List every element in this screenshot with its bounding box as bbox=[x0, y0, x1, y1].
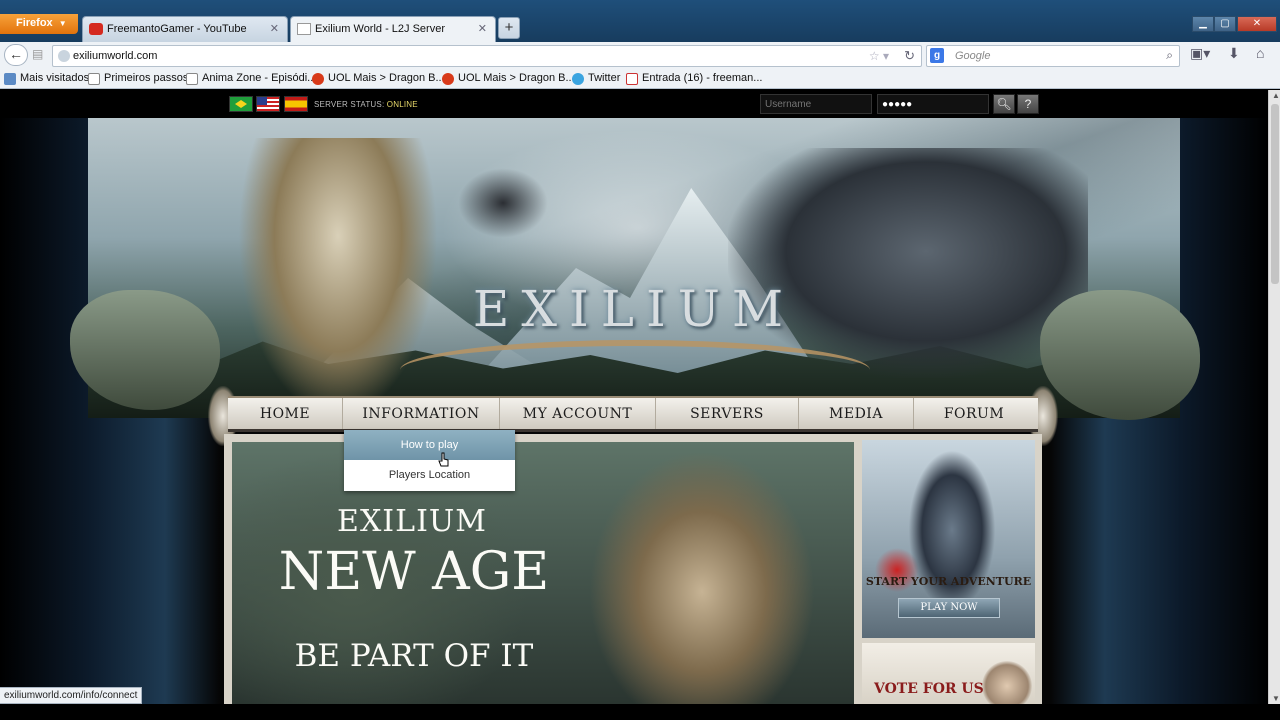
tab-youtube[interactable]: FreemantoGamer - YouTube ✕ bbox=[82, 16, 288, 42]
search-icon[interactable]: ⌕ bbox=[1166, 48, 1173, 63]
vote-text: VOTE FOR US bbox=[874, 681, 984, 697]
top-strip: SERVER STATUS: ONLINE 🔍︎ ? bbox=[0, 90, 1268, 118]
tab-title: Exilium World - L2J Server bbox=[315, 23, 445, 35]
search-placeholder: Google bbox=[955, 50, 991, 62]
hero-title: EXILIUM bbox=[337, 504, 487, 539]
page-icon bbox=[186, 73, 198, 85]
bookmark-label: Anima Zone - Episódi... bbox=[202, 72, 317, 84]
bookmark-item[interactable]: Mais visitados bbox=[4, 72, 90, 85]
firefox-menu-label: Firefox bbox=[16, 17, 53, 29]
gmail-icon bbox=[626, 73, 638, 85]
bookmark-item[interactable]: Twitter bbox=[572, 72, 621, 85]
scroll-thumb[interactable] bbox=[1271, 104, 1279, 284]
usa-flag-icon[interactable] bbox=[256, 96, 280, 112]
bookmark-label: UOL Mais > Dragon B... bbox=[458, 72, 575, 84]
chevron-down-icon: ▼ bbox=[58, 19, 67, 28]
play-now-button[interactable]: PLAY NOW bbox=[898, 598, 1000, 618]
bookmark-label: Primeiros passos bbox=[104, 72, 189, 84]
uol-icon bbox=[312, 73, 324, 85]
dropdown-item-how-to-play[interactable]: How to play bbox=[344, 430, 515, 460]
start-adventure-panel: START YOUR ADVENTURE PLAY NOW bbox=[862, 440, 1035, 638]
page-list-icon[interactable]: ▤ bbox=[32, 47, 46, 61]
exilium-logo[interactable]: EXILIUM bbox=[0, 280, 1268, 338]
hero-tagline: BE PART OF IT bbox=[294, 638, 534, 674]
navigation-toolbar: ← ▤ exiliumworld.com ☆ ▾ ↻ g Google ⌕ bbox=[0, 42, 1280, 69]
scroll-down-icon[interactable]: ▼ bbox=[1272, 694, 1280, 703]
reload-icon[interactable]: ↻ bbox=[904, 48, 915, 64]
brazil-flag-icon[interactable] bbox=[229, 96, 253, 112]
bookmark-label: Mais visitados bbox=[20, 72, 90, 84]
nav-servers[interactable]: SERVERS bbox=[656, 398, 799, 429]
bookmark-label: Twitter bbox=[588, 72, 621, 84]
uol-icon bbox=[442, 73, 454, 85]
help-icon[interactable]: ? bbox=[1017, 94, 1039, 114]
download-icon[interactable]: ⬇ bbox=[1228, 45, 1240, 62]
page-icon bbox=[297, 23, 311, 35]
small-dragon-art bbox=[458, 168, 548, 238]
page-icon bbox=[88, 73, 100, 85]
tab-title: FreemantoGamer - YouTube bbox=[107, 23, 247, 35]
logo-ornament bbox=[400, 340, 870, 400]
login-key-icon[interactable]: 🔍︎ bbox=[993, 94, 1015, 114]
maximize-icon[interactable]: ▢ bbox=[1214, 16, 1236, 32]
google-icon: g bbox=[930, 48, 944, 63]
close-icon[interactable]: ✕ bbox=[270, 22, 279, 35]
bookmark-item[interactable]: Entrada (16) - freeman... bbox=[626, 72, 763, 85]
bookmark-item[interactable]: UOL Mais > Dragon B... bbox=[312, 72, 445, 85]
dragon-art bbox=[728, 148, 1088, 378]
new-tab-button[interactable]: + bbox=[498, 17, 520, 39]
folder-icon bbox=[4, 73, 16, 85]
bookmark-label: Entrada (16) - freeman... bbox=[642, 72, 763, 84]
web-page: EXILIUM SERVER STATUS: ONLINE 🔍︎ ? HOME … bbox=[0, 90, 1268, 704]
server-status-label: SERVER STATUS: bbox=[314, 100, 387, 109]
password-field[interactable] bbox=[877, 94, 989, 114]
minimize-icon[interactable]: ▁ bbox=[1192, 16, 1214, 32]
nav-forum[interactable]: FORUM bbox=[914, 398, 1034, 429]
twitter-icon bbox=[572, 73, 584, 85]
url-bar[interactable]: exiliumworld.com ☆ ▾ ↻ bbox=[52, 45, 922, 67]
server-status: SERVER STATUS: ONLINE bbox=[314, 100, 418, 109]
bookmark-item[interactable]: UOL Mais > Dragon B... bbox=[442, 72, 575, 85]
username-field[interactable] bbox=[760, 94, 872, 114]
hero-slide[interactable]: EXILIUM NEW AGE BE PART OF IT bbox=[232, 442, 854, 704]
window-close-icon[interactable]: ✕ bbox=[1237, 16, 1277, 32]
bookmark-label: UOL Mais > Dragon B... bbox=[328, 72, 445, 84]
tab-exilium[interactable]: Exilium World - L2J Server ✕ bbox=[290, 16, 496, 42]
close-icon[interactable]: ✕ bbox=[478, 22, 487, 35]
globe-icon bbox=[58, 50, 70, 62]
browser-titlebar: Firefox ▼ FreemantoGamer - YouTube ✕ Exil… bbox=[0, 0, 1280, 42]
scroll-up-icon[interactable]: ▲ bbox=[1272, 91, 1280, 100]
bookmark-star-icon[interactable]: ☆ ▾ bbox=[869, 49, 889, 63]
bookmark-item[interactable]: Anima Zone - Episódi... bbox=[186, 72, 317, 85]
link-status-bar: exiliumworld.com/info/connect bbox=[0, 687, 143, 704]
character-art bbox=[982, 661, 1032, 704]
search-input[interactable]: g Google ⌕ bbox=[926, 45, 1180, 67]
nav-information[interactable]: INFORMATION bbox=[343, 398, 500, 429]
promo-text: START YOUR ADVENTURE bbox=[865, 575, 1032, 588]
firefox-menu-button[interactable]: Firefox ▼ bbox=[0, 14, 78, 34]
spain-flag-icon[interactable] bbox=[284, 96, 308, 112]
server-status-value: ONLINE bbox=[386, 100, 418, 109]
youtube-icon bbox=[89, 23, 103, 35]
vote-panel[interactable]: VOTE FOR US bbox=[862, 643, 1035, 704]
main-navigation: HOME INFORMATION MY ACCOUNT SERVERS MEDI… bbox=[228, 396, 1038, 432]
bottom-edge bbox=[0, 704, 1280, 720]
home-icon[interactable]: ⌂ bbox=[1256, 45, 1264, 61]
nav-media[interactable]: MEDIA bbox=[799, 398, 914, 429]
bookmarks-bar: Mais visitados Primeiros passos Anima Zo… bbox=[0, 69, 1280, 89]
bookmark-item[interactable]: Primeiros passos bbox=[88, 72, 189, 85]
nav-my-account[interactable]: MY ACCOUNT bbox=[500, 398, 656, 429]
back-arrow-icon[interactable]: ← bbox=[4, 44, 28, 66]
nav-home[interactable]: HOME bbox=[228, 398, 343, 429]
url-text: exiliumworld.com bbox=[73, 50, 158, 62]
page-scrollbar[interactable]: ▲ ▼ bbox=[1268, 90, 1280, 704]
hand-cursor-icon bbox=[438, 452, 449, 467]
information-dropdown: How to play Players Location bbox=[344, 430, 515, 491]
hero-headline: NEW AGE bbox=[278, 542, 550, 602]
dropdown-item-players-location[interactable]: Players Location bbox=[344, 460, 515, 490]
screen-icon[interactable]: ▣▾ bbox=[1190, 45, 1210, 62]
